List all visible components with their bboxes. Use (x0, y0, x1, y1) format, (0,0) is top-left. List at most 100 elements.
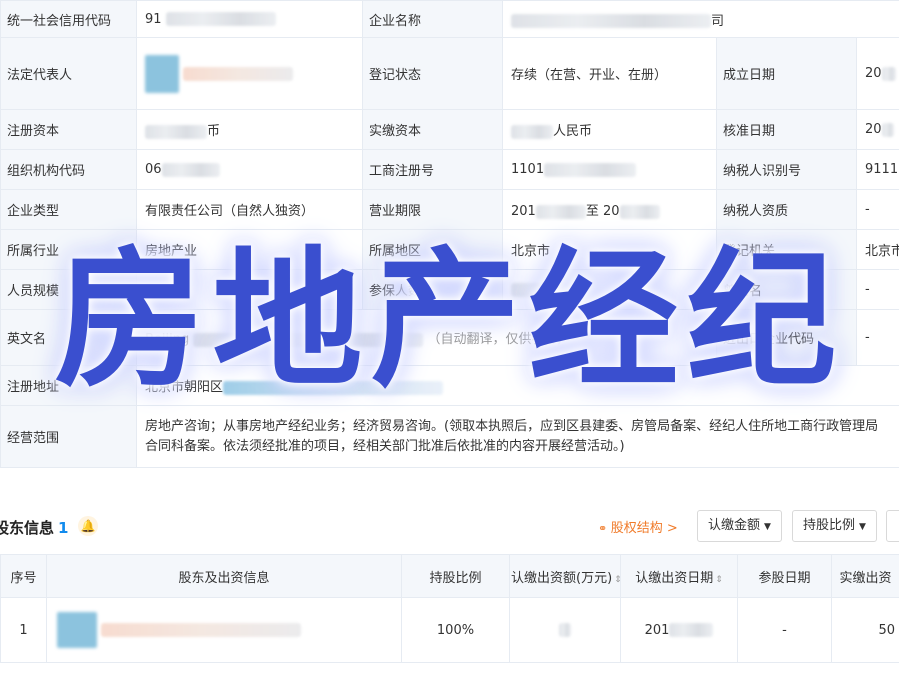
paid-capital-value: 人民币 (502, 109, 717, 150)
redacted-value (511, 124, 553, 139)
reg-capital-label: 注册资本 (0, 109, 137, 150)
org-code-label: 组织机构代码 (0, 149, 137, 190)
paid-capital-label: 实缴资本 (362, 109, 503, 150)
info-row: 英文名 Beijing （自动翻译，仅供参考） 进出口企业代码 - (0, 309, 899, 366)
reg-address-label: 注册地址 (0, 365, 137, 406)
biz-reg-no-value: 1101 (502, 149, 717, 190)
scope-value: 房地产咨询；从事房地产经纪业务；经济贸易咨询。(领取本执照后，应到区县建委、房管… (136, 405, 899, 468)
reg-capital-value: 币 (136, 109, 363, 150)
caret-down-icon: ▼ (859, 522, 866, 532)
english-name-value: Beijing （自动翻译，仅供参考） (136, 309, 717, 366)
shareholder-cell[interactable] (46, 597, 402, 663)
industry-label: 所属行业 (0, 229, 137, 270)
col-header-paid: 实缴出资 (831, 554, 899, 598)
info-row: 注册地址 北京市朝阳区 (0, 365, 899, 406)
shareholder-table: 序号 股东及出资信息 持股比例 认缴出资额(万元) ⇕ 认缴出资日期 ⇕ 参股日期 … (0, 554, 899, 663)
found-date-label: 成立日期 (716, 37, 857, 110)
caret-down-icon: ▼ (764, 522, 771, 532)
insured-value[interactable]: > (502, 269, 717, 310)
redacted-name (183, 66, 294, 81)
redacted-value (669, 623, 714, 637)
credit-code-value[interactable]: 91 (136, 0, 363, 38)
col-header-amount[interactable]: 认缴出资额(万元) ⇕ (509, 554, 622, 598)
company-name-value[interactable]: 司 (502, 0, 899, 38)
section-title: 股东信息 1 (0, 519, 69, 537)
industry-value: 房地产业 (136, 229, 363, 270)
approve-date-value: 20 (856, 109, 899, 150)
reg-status-value: 存续（在营、开业、在册） (502, 37, 717, 110)
reg-address-value: 北京市朝阳区 (136, 365, 899, 406)
staff-size-label: 人员规模 (0, 269, 137, 310)
redacted-value (161, 162, 220, 177)
info-row: 法定代表人 登记状态 存续（在营、开业、在册） 成立日期 20 (0, 37, 899, 110)
taxpayer-qual-value: - (856, 189, 899, 230)
col-header-ratio: 持股比例 (401, 554, 510, 598)
info-row: 人员规模 参保人数 > 曾用名 - (0, 269, 899, 310)
insured-arrow[interactable]: > (575, 282, 586, 297)
row-join-date: - (737, 597, 832, 663)
redacted-shareholder-name (101, 623, 302, 637)
info-row: 企业类型 有限责任公司（自然人独资） 营业期限 201 至 20 纳税人资质 - (0, 189, 899, 230)
paid-amount-dropdown[interactable]: 认缴金额 ▼ (697, 510, 782, 542)
sort-icon[interactable]: ⇕ (715, 575, 723, 585)
org-code-value: 06 (136, 149, 363, 190)
shareholder-section-header: 股东信息 1 🔔 ⚭ 股权结构 > 认缴金额 ▼ 持股比例 ▼ (0, 505, 899, 549)
region-value: 北京市 (502, 229, 717, 270)
biz-term-label: 营业期限 (362, 189, 503, 230)
reg-authority-label: 登记机关 (716, 229, 857, 270)
taxpayer-id-label: 纳税人识别号 (716, 149, 857, 190)
col-header-join-date: 参股日期 (737, 554, 832, 598)
row-paid: 50 (831, 597, 899, 663)
biz-reg-no-label: 工商注册号 (362, 149, 503, 190)
redacted-value (193, 332, 424, 347)
redacted-value (559, 623, 571, 637)
import-export-value: - (856, 309, 899, 366)
info-row: 注册资本 币 实缴资本 人民币 核准日期 20 (0, 109, 899, 150)
ratio-dropdown[interactable]: 持股比例 ▼ (792, 510, 877, 542)
company-name-label: 企业名称 (362, 0, 503, 38)
scope-label: 经营范围 (0, 405, 137, 468)
table-header-row: 序号 股东及出资信息 持股比例 认缴出资额(万元) ⇕ 认缴出资日期 ⇕ 参股日期 … (0, 554, 899, 598)
biz-term-value: 201 至 20 (502, 189, 717, 230)
info-row: 统一社会信用代码 91 企业名称 司 (0, 0, 899, 38)
staff-size-value (136, 269, 363, 310)
auto-translate-note: （自动翻译，仅供参考） (427, 332, 571, 347)
info-row: 所属行业 房地产业 所属地区 北京市 登记机关 北京市 (0, 229, 899, 270)
redacted-value (881, 122, 894, 137)
company-info-table: 统一社会信用代码 91 企业名称 司 法定代表人 登记状态 存续（在营、开业、在… (0, 0, 899, 468)
table-row: 1 100% 201 - 50 (0, 597, 899, 663)
former-name-label: 曾用名 (716, 269, 857, 310)
english-name-label: 英文名 (0, 309, 137, 366)
reg-authority-value: 北京市 (856, 229, 899, 270)
equity-structure-link[interactable]: ⚭ 股权结构 > (598, 517, 678, 536)
redacted-value (535, 204, 586, 219)
credit-code-label: 统一社会信用代码 (0, 0, 137, 38)
bell-icon[interactable]: 🔔 (78, 516, 98, 536)
redacted-value (511, 282, 571, 297)
redacted-value (145, 124, 207, 139)
row-index: 1 (0, 597, 47, 663)
sort-icon[interactable]: ⇕ (614, 575, 622, 585)
company-type-label: 企业类型 (0, 189, 137, 230)
redacted-value (165, 12, 276, 26)
info-row: 经营范围 房地产咨询；从事房地产经纪业务；经济贸易咨询。(领取本执照后，应到区县… (0, 405, 899, 468)
col-header-date[interactable]: 认缴出资日期 ⇕ (620, 554, 738, 598)
taxpayer-id-value: 91110 (856, 149, 899, 190)
former-name-value: - (856, 269, 899, 310)
shareholder-count: 1 (58, 519, 69, 537)
org-chart-icon: ⚭ (598, 522, 611, 535)
taxpayer-qual-label: 纳税人资质 (716, 189, 857, 230)
region-label: 所属地区 (362, 229, 503, 270)
row-amount (509, 597, 621, 663)
approve-date-label: 核准日期 (716, 109, 857, 150)
reg-status-label: 登记状态 (362, 37, 503, 110)
legal-rep-value[interactable] (136, 37, 363, 110)
redacted-value (223, 380, 444, 395)
more-button[interactable] (886, 510, 899, 542)
redacted-value (881, 66, 896, 81)
avatar (57, 612, 97, 648)
avatar (145, 54, 179, 93)
insured-label: 参保人数 (362, 269, 503, 310)
info-row: 组织机构代码 06 工商注册号 1101 纳税人识别号 91110 (0, 149, 899, 190)
redacted-value (511, 14, 711, 28)
